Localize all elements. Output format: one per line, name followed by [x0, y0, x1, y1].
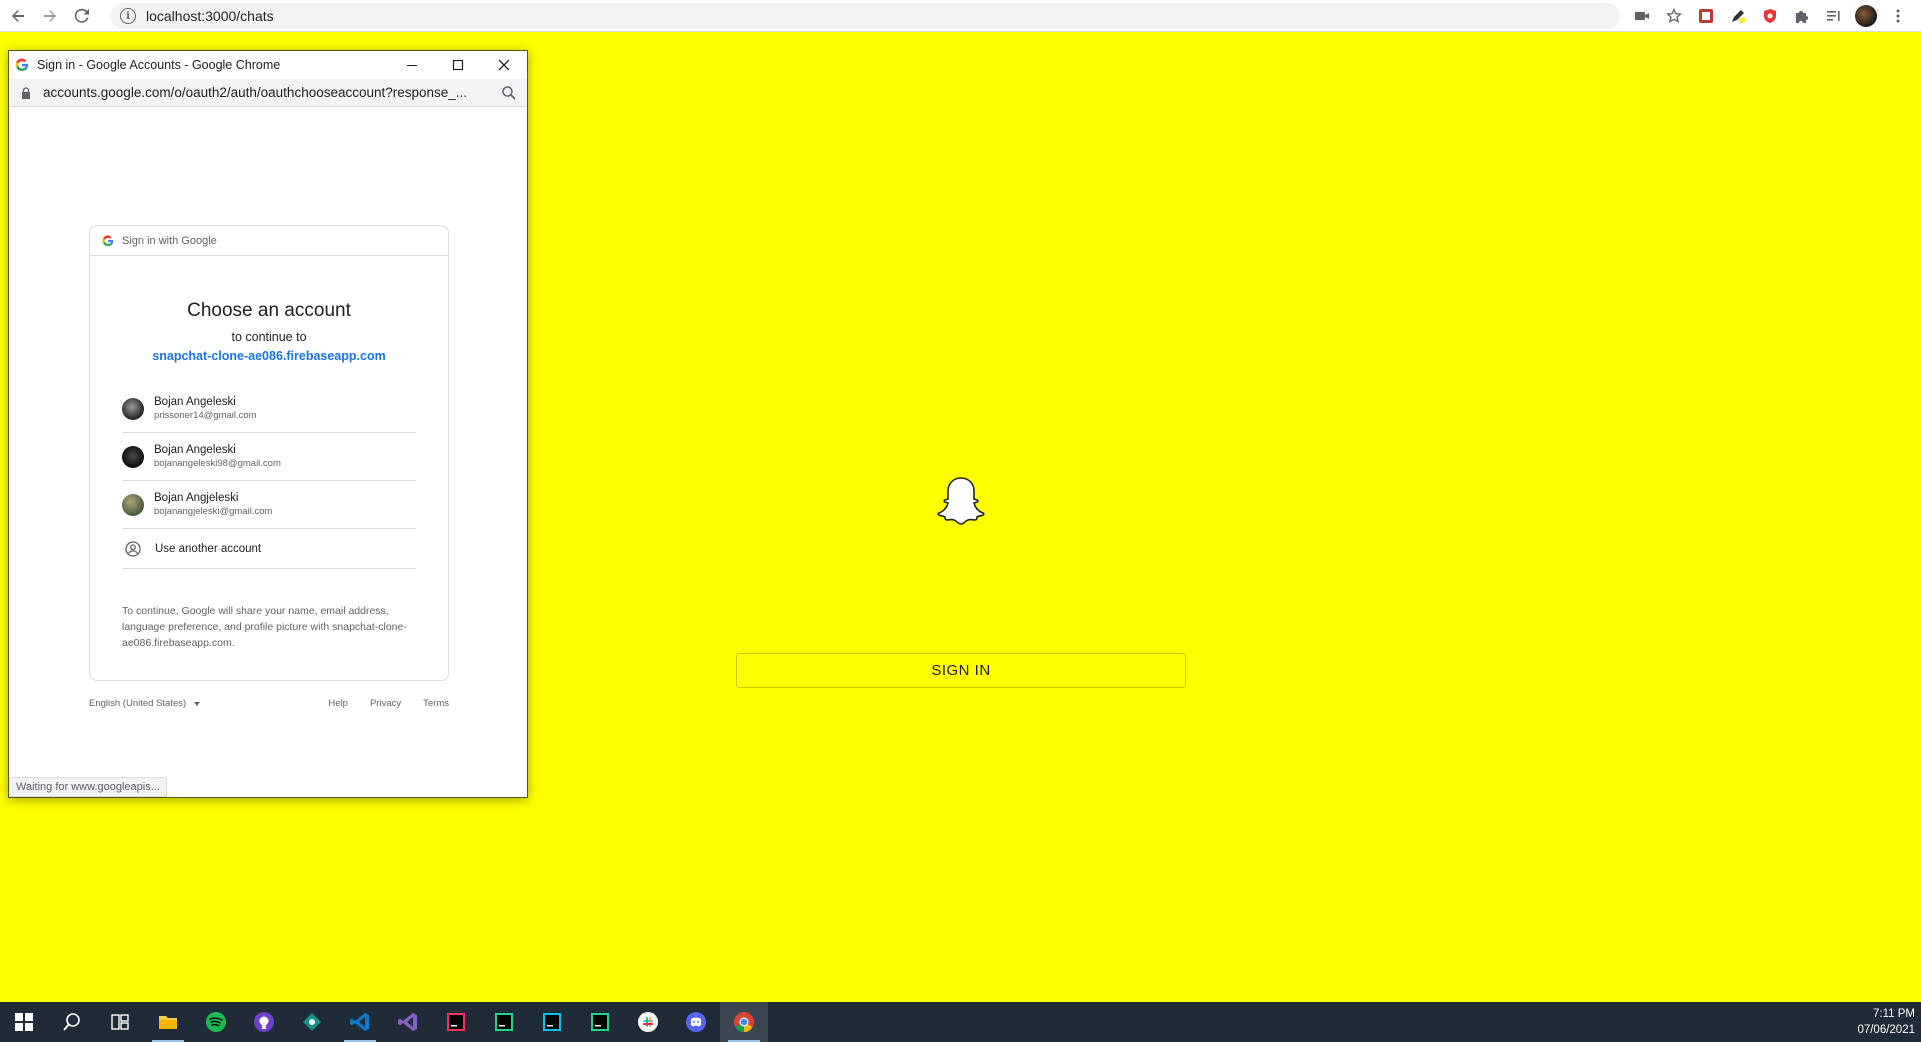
popup-address-bar[interactable]: accounts.google.com/o/oauth2/auth/oauthc… [9, 79, 527, 107]
account-name: Bojan Angeleski [154, 444, 236, 456]
clion-icon[interactable] [576, 1002, 624, 1042]
forward-arrow-icon[interactable] [36, 2, 64, 30]
language-label: English (United States) [89, 698, 187, 709]
avatar [122, 445, 144, 468]
search-icon[interactable] [48, 1002, 96, 1042]
account-email: bojanangjeleski@gmail.com [154, 506, 273, 517]
signin-with-google-header: Sign in with Google [90, 226, 448, 256]
popup-url: accounts.google.com/o/oauth2/auth/oauthc… [43, 85, 468, 100]
snapchat-ghost-icon [937, 477, 985, 525]
github-desktop-icon[interactable] [240, 1002, 288, 1042]
minimize-icon[interactable] [389, 51, 435, 79]
system-clock[interactable]: 7:11 PM 07/06/2021 [1857, 1006, 1915, 1038]
ext-red-icon[interactable] [1695, 5, 1717, 27]
shield-icon[interactable] [1759, 5, 1781, 27]
taskbar: 7:11 PM 07/06/2021 [0, 1002, 1921, 1042]
camera-icon[interactable] [1631, 5, 1653, 27]
discord-icon[interactable] [672, 1002, 720, 1042]
task-view-icon[interactable] [96, 1002, 144, 1042]
reload-icon[interactable] [68, 2, 96, 30]
account-item[interactable]: Bojan Angeleski bojanangeleski98@gmail.c… [122, 433, 416, 481]
maximize-icon[interactable] [435, 51, 481, 79]
kebab-menu-icon[interactable] [1887, 5, 1909, 27]
google-g-icon [15, 58, 28, 72]
account-circle-icon [125, 540, 141, 557]
privacy-link[interactable]: Privacy [370, 698, 401, 709]
clock-time: 7:11 PM [1873, 1008, 1915, 1020]
clock-date: 07/06/2021 [1857, 1024, 1915, 1036]
site-info-icon[interactable]: i [120, 8, 136, 24]
popup-titlebar[interactable]: Sign in - Google Accounts - Google Chrom… [9, 51, 527, 79]
pycharm-icon[interactable] [480, 1002, 528, 1042]
vscode-icon[interactable] [336, 1002, 384, 1042]
account-name: Bojan Angjeleski [154, 492, 239, 504]
gitkraken-icon[interactable] [288, 1002, 336, 1042]
account-list: Bojan Angeleski prissoner14@gmail.com Bo… [122, 385, 416, 569]
lock-icon [22, 86, 30, 99]
google-account-chooser: Sign in with Google Choose an account to… [89, 225, 449, 681]
search-icon[interactable] [501, 85, 517, 101]
account-email: bojanangeleski98@gmail.com [154, 458, 281, 469]
intellij-icon[interactable] [432, 1002, 480, 1042]
visual-studio-icon[interactable] [384, 1002, 432, 1042]
puzzle-icon[interactable] [1791, 5, 1813, 27]
header-label: Sign in with Google [122, 234, 217, 247]
start-icon[interactable] [0, 1002, 48, 1042]
continue-to-label: to continue to [231, 330, 307, 344]
account-name: Bojan Angeleski [154, 396, 236, 408]
star-icon[interactable] [1663, 5, 1685, 27]
back-arrow-icon[interactable] [4, 2, 32, 30]
help-link[interactable]: Help [328, 698, 348, 709]
popup-footer: English (United States) Help Privacy Ter… [89, 698, 449, 709]
popup-title: Sign in - Google Accounts - Google Chrom… [37, 58, 281, 72]
close-icon[interactable] [481, 51, 527, 79]
privacy-disclaimer: To continue, Google will share your name… [122, 605, 407, 649]
status-bubble: Waiting for www.googleapis... [9, 777, 167, 797]
profile-avatar[interactable] [1855, 5, 1877, 27]
google-g-icon [102, 234, 114, 246]
use-another-account-button[interactable]: Use another account [122, 529, 416, 569]
browser-toolbar: i localhost:3000/chats [0, 0, 1921, 32]
file-explorer-icon[interactable] [144, 1002, 192, 1042]
webstorm-icon[interactable] [528, 1002, 576, 1042]
app-domain-link[interactable]: snapchat-clone-ae086.firebaseapp.com [90, 349, 448, 363]
extensions-area [1631, 0, 1909, 32]
address-bar[interactable]: i localhost:3000/chats [110, 3, 1620, 29]
address-bar-url: localhost:3000/chats [146, 8, 274, 24]
avatar [122, 493, 144, 516]
use-another-account-label: Use another account [155, 542, 262, 555]
account-email: prissoner14@gmail.com [154, 410, 257, 421]
pen-icon[interactable] [1727, 5, 1749, 27]
terms-link[interactable]: Terms [423, 698, 449, 709]
page-title: Choose an account [187, 300, 351, 321]
chevron-down-icon [194, 701, 201, 706]
chrome-icon[interactable] [720, 1002, 768, 1042]
account-item[interactable]: Bojan Angeleski prissoner14@gmail.com [122, 385, 416, 433]
spotify-icon[interactable] [192, 1002, 240, 1042]
slack-icon[interactable] [624, 1002, 672, 1042]
avatar [122, 397, 144, 420]
language-selector[interactable]: English (United States) [89, 698, 201, 709]
account-item[interactable]: Bojan Angjeleski bojanangjeleski@gmail.c… [122, 481, 416, 529]
reading-list-icon[interactable] [1823, 5, 1845, 27]
sign-in-button[interactable]: SIGN IN [736, 653, 1186, 688]
google-signin-popup: Sign in - Google Accounts - Google Chrom… [8, 50, 528, 798]
